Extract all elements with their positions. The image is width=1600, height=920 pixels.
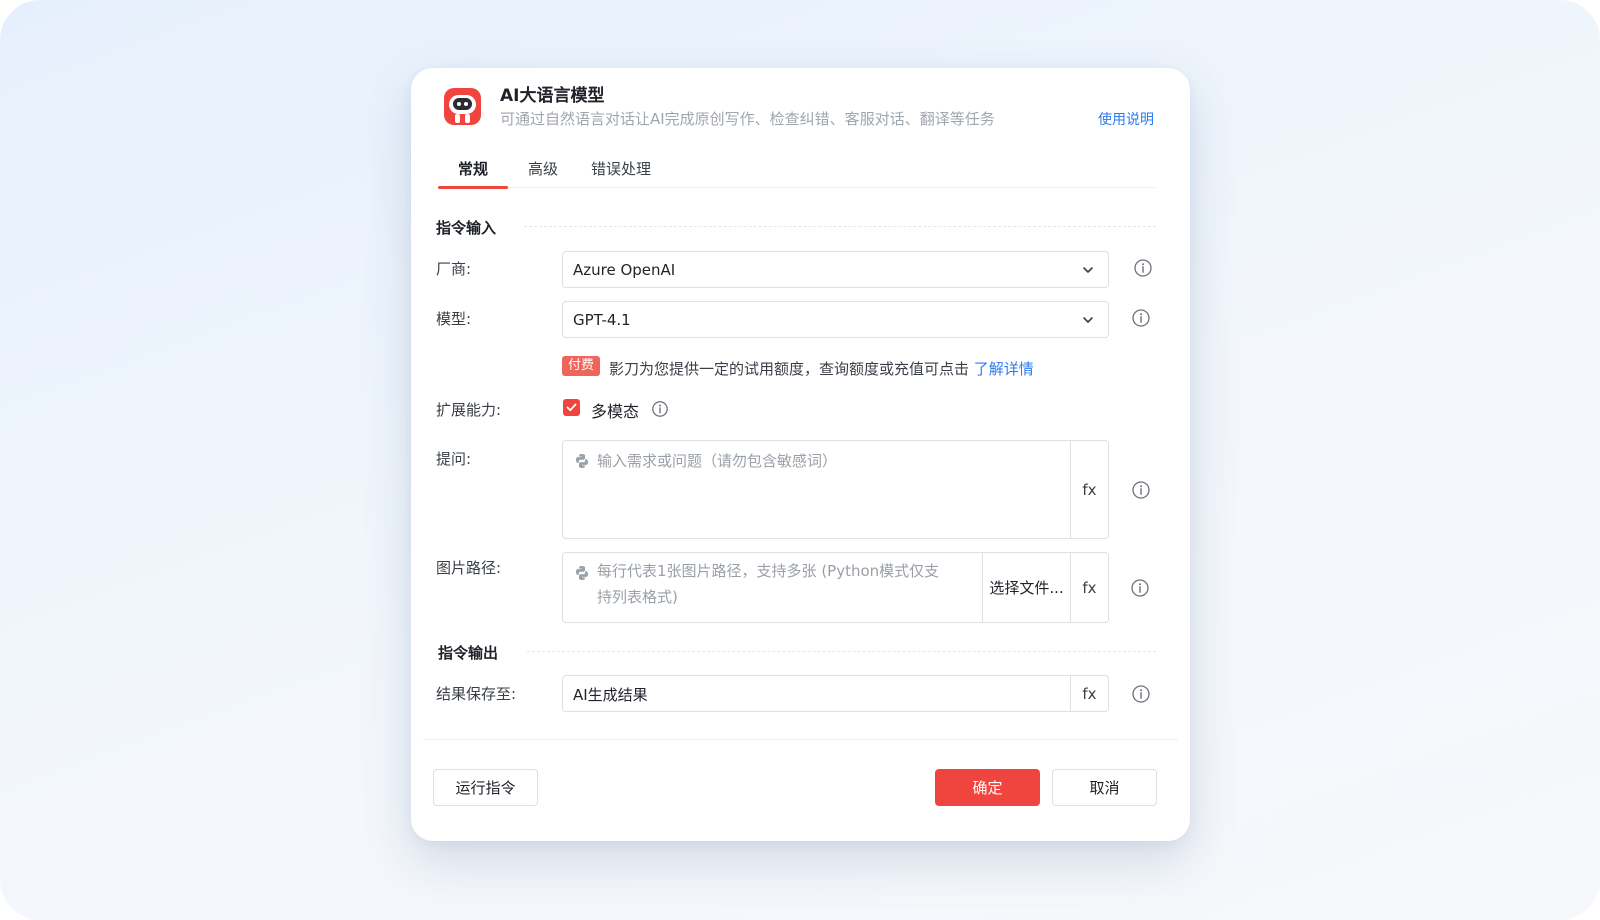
tab-general[interactable]: 常规 (458, 158, 488, 187)
image-path-placeholder-line: 每行代表1张图片路径，支持多张 (Python模式仅支 (597, 562, 940, 580)
tab-label: 错误处理 (591, 160, 652, 178)
model-value: GPT-4.1 (573, 311, 631, 329)
python-icon (576, 566, 588, 580)
paid-notice: 影刀为您提供一定的试用额度，查询额度或充值可点击 了解详情 (609, 358, 1034, 379)
info-icon[interactable] (651, 400, 669, 418)
info-icon[interactable] (1130, 578, 1150, 598)
vendor-select[interactable]: Azure OpenAI (562, 251, 1109, 288)
info-icon[interactable] (1131, 308, 1151, 328)
fx-button[interactable]: fx (1070, 441, 1108, 538)
image-path-placeholder: 每行代表1张图片路径，支持多张 (Python模式仅支 持列表格式) (597, 558, 939, 610)
learn-more-link[interactable]: 了解详情 (974, 360, 1034, 378)
paid-notice-text: 影刀为您提供一定的试用额度，查询额度或充值可点击 (609, 360, 970, 378)
footer-divider (423, 739, 1178, 740)
fx-button[interactable]: fx (1070, 553, 1108, 622)
fx-button[interactable]: fx (1070, 676, 1108, 711)
result-value: AI生成结果 (573, 686, 648, 704)
check-icon (566, 403, 577, 412)
result-variable-input[interactable]: AI生成结果 fx (562, 675, 1109, 712)
ai-llm-dialog: AI大语言模型 可通过自然语言对话让AI完成原创写作、检查纠错、客服对话、翻译等… (411, 68, 1190, 841)
section-divider (527, 651, 1156, 652)
model-label: 模型: (436, 310, 472, 328)
robot-icon (444, 88, 481, 125)
dialog-subtitle: 可通过自然语言对话让AI完成原创写作、检查纠错、客服对话、翻译等任务 (500, 110, 995, 128)
info-icon[interactable] (1131, 684, 1151, 704)
model-select[interactable]: GPT-4.1 (562, 301, 1109, 338)
dialog-title: AI大语言模型 (500, 86, 605, 106)
image-path-input[interactable]: 每行代表1张图片路径，支持多张 (Python模式仅支 持列表格式) 选择文件.… (562, 552, 1109, 623)
vendor-value: Azure OpenAI (573, 261, 676, 279)
python-icon (576, 454, 588, 468)
section-title-input: 指令输入 (436, 219, 497, 237)
tab-label: 高级 (528, 160, 559, 178)
confirm-button[interactable]: 确定 (935, 769, 1040, 806)
choose-file-button[interactable]: 选择文件... (982, 553, 1070, 622)
run-command-button[interactable]: 运行指令 (433, 769, 538, 806)
tab-bar: 常规 高级 错误处理 (438, 152, 1156, 189)
tab-advanced[interactable]: 高级 (528, 158, 558, 187)
section-divider (524, 226, 1156, 227)
multimodal-checkbox[interactable] (563, 399, 580, 416)
chevron-down-icon (1083, 317, 1093, 323)
tab-error-handling[interactable]: 错误处理 (591, 158, 651, 187)
cancel-button[interactable]: 取消 (1052, 769, 1157, 806)
section-title-output: 指令输出 (438, 644, 499, 662)
vendor-label: 厂商: (436, 260, 472, 278)
result-label: 结果保存至: (436, 685, 517, 703)
info-icon[interactable] (1133, 258, 1153, 278)
prompt-input[interactable]: 输入需求或问题（请勿包含敏感词） fx (562, 440, 1109, 539)
multimodal-label: 多模态 (591, 402, 640, 421)
help-link[interactable]: 使用说明 (1098, 109, 1154, 129)
image-path-placeholder-line: 持列表格式) (597, 588, 678, 606)
prompt-label: 提问: (436, 450, 472, 468)
extension-label: 扩展能力: (436, 401, 502, 419)
image-path-label: 图片路径: (436, 559, 502, 577)
active-tab-indicator (438, 186, 508, 189)
chevron-down-icon (1083, 267, 1093, 273)
info-icon[interactable] (1131, 480, 1151, 500)
tab-label: 常规 (458, 160, 489, 178)
paid-badge: 付费 (562, 356, 601, 376)
prompt-placeholder: 输入需求或问题（请勿包含敏感词） (597, 452, 838, 470)
